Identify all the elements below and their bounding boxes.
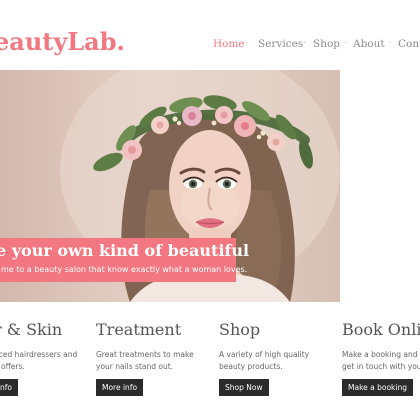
nav-separator: · [245,38,249,49]
feature-shop: Shop A variety of high quality beauty pr… [219,318,339,420]
page: eautyLab. Home · Services · Shop · About… [0,0,420,420]
nav-contact[interactable]: Conta [398,35,420,53]
hero-title: e your own kind of beautiful [0,241,250,260]
nav-separator: · [303,38,307,49]
feature-description: Make a booking and we get in touch with … [342,349,420,373]
hero-banner: e your own kind of beautiful me to a bea… [0,238,249,282]
feature-description-line: get in touch with you. [342,362,420,371]
feature-description: A variety of high quality beauty product… [219,349,339,373]
feature-book-online: Book Online Make a booking and we get in… [342,318,420,420]
feature-description-line: A variety of high quality [219,350,310,359]
feature-title: Shop [219,320,261,339]
nav-separator: · [388,38,392,49]
feature-title: r & Skin [0,320,63,339]
more-info-button[interactable]: More info [96,379,144,396]
make-booking-button[interactable]: Make a booking [342,379,414,396]
feature-title: Treatment [96,320,182,339]
feature-description: Great treatments to make your nails stan… [96,349,216,373]
feature-treatment: Treatment Great treatments to make your … [96,318,216,420]
feature-description-line: beauty products. [219,362,283,371]
feature-title: Book Online [342,320,420,339]
feature-description-line: Great treatments to make [96,350,194,359]
feature-description-line: Make a booking and we [342,350,420,359]
nav-home[interactable]: Home [213,35,245,53]
nav-shop[interactable]: Shop [313,35,340,53]
logo[interactable]: eautyLab. [0,27,125,57]
feature-description-line: your nails stand out. [96,362,174,371]
hero-subtitle: me to a beauty salon that know exactly w… [1,265,248,274]
nav-about[interactable]: About [353,35,385,53]
shop-now-button[interactable]: Shop Now [219,379,269,396]
site-header: eautyLab. Home · Services · Shop · About… [0,0,420,70]
nav-services[interactable]: Services [258,35,303,53]
hero-image: e your own kind of beautiful me to a bea… [0,70,340,302]
nav-separator: · [344,38,348,49]
more-info-button[interactable]: nfo [0,379,18,396]
